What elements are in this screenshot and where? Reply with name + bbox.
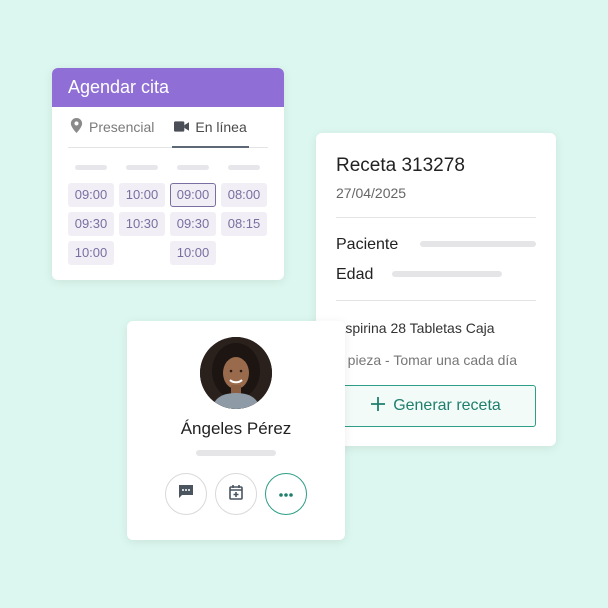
patient-name: Ángeles Pérez <box>180 419 292 438</box>
medication-dosage: 1 pieza - Tomar una cada día <box>336 352 518 368</box>
calendar-button[interactable] <box>215 473 257 515</box>
age-placeholder <box>392 271 502 277</box>
video-camera-icon <box>174 119 190 135</box>
column-day-placeholder <box>228 165 260 170</box>
tab-en-linea[interactable]: En línea <box>172 107 250 148</box>
patient-label: Paciente <box>336 236 399 253</box>
schedule-title: Agendar cita <box>52 68 284 107</box>
time-slot[interactable]: 09:30 <box>170 212 216 236</box>
time-slot[interactable]: 10:30 <box>119 212 165 236</box>
plus-icon <box>371 396 386 416</box>
prescription-title: Receta 313278 <box>336 155 465 176</box>
location-pin-icon <box>70 118 83 136</box>
age-label: Edad <box>336 266 374 283</box>
medication-name: Aspirina 28 Tabletas Caja <box>336 320 495 336</box>
column-day-placeholder <box>75 165 107 170</box>
time-slot[interactable]: 09:00 <box>170 183 216 207</box>
tab-label: Presencial <box>89 119 155 135</box>
time-slot[interactable]: 09:30 <box>68 212 114 236</box>
time-slot[interactable]: 10:00 <box>119 183 165 207</box>
prescription-card: Receta 313278 27/04/2025 Paciente Edad A… <box>316 133 556 446</box>
schedule-card: Agendar cita Presencial En línea 09:00 09… <box>52 68 284 280</box>
chat-icon <box>178 484 194 505</box>
divider <box>336 217 536 218</box>
time-slot[interactable]: 09:00 <box>68 183 114 207</box>
patient-placeholder <box>196 450 276 456</box>
divider <box>336 300 536 301</box>
chat-button[interactable] <box>165 473 207 515</box>
patient-placeholder <box>420 241 536 247</box>
column-day-placeholder <box>177 165 209 170</box>
calendar-add-icon <box>228 484 244 505</box>
time-slot[interactable]: 10:00 <box>170 241 216 265</box>
generate-prescription-button[interactable]: Generar receta <box>336 385 536 427</box>
more-icon <box>278 485 294 503</box>
prescription-date: 27/04/2025 <box>336 185 407 201</box>
button-label: Generar receta <box>393 397 501 414</box>
column-day-placeholder <box>126 165 158 170</box>
time-slot[interactable]: 08:00 <box>221 183 267 207</box>
avatar <box>200 337 272 409</box>
patient-card: Ángeles Pérez <box>127 321 345 540</box>
tab-label: En línea <box>195 119 247 135</box>
more-button[interactable] <box>265 473 307 515</box>
schedule-tabs: Presencial En línea <box>68 107 268 148</box>
time-slot[interactable]: 10:00 <box>68 241 114 265</box>
tab-presencial[interactable]: Presencial <box>68 107 156 147</box>
time-slot[interactable]: 08:15 <box>221 212 267 236</box>
